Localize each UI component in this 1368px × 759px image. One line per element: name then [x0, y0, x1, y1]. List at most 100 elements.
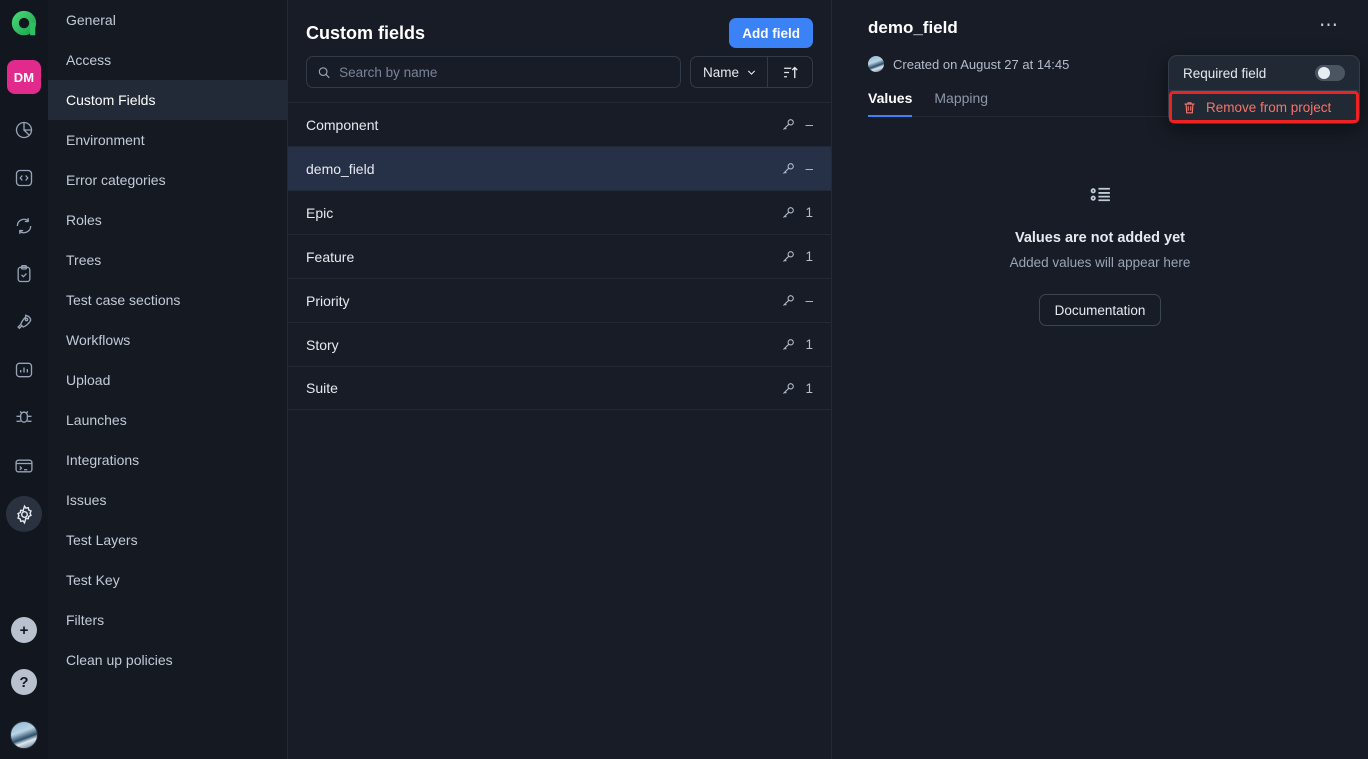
field-name: Story: [306, 337, 781, 353]
allure-logo[interactable]: [8, 8, 40, 40]
sidebar-item-test-layers[interactable]: Test Layers: [48, 520, 287, 560]
sidebar-item-test-case-sections[interactable]: Test case sections: [48, 280, 287, 320]
terminal-icon[interactable]: [6, 448, 42, 484]
gear-icon[interactable]: [6, 496, 42, 532]
nav-label: Test case sections: [66, 292, 180, 308]
field-count: 1: [805, 249, 813, 264]
more-options-icon[interactable]: ⋯: [1315, 18, 1344, 34]
list-header: Custom fields Add field: [288, 0, 831, 52]
sort-ascending-icon: [782, 64, 799, 81]
field-meta: 1: [781, 337, 813, 352]
nav-label: Issues: [66, 492, 106, 508]
rocket-icon[interactable]: [6, 304, 42, 340]
field-detail-panel: demo_field ⋯ Created on August 27 at 14:…: [832, 0, 1368, 759]
toggle-knob: [1318, 67, 1330, 79]
nav-label: Launches: [66, 412, 127, 428]
custom-fields-list-panel: Custom fields Add field Name Component: [288, 0, 832, 759]
documentation-button[interactable]: Documentation: [1039, 294, 1162, 326]
nav-label: Upload: [66, 372, 110, 388]
table-row[interactable]: Feature 1: [288, 234, 831, 278]
table-row[interactable]: Epic 1: [288, 190, 831, 234]
nav-label: Workflows: [66, 332, 130, 348]
search-box[interactable]: [306, 56, 681, 88]
key-icon: [781, 337, 796, 352]
table-row[interactable]: Priority –: [288, 278, 831, 322]
field-meta: –: [781, 117, 813, 132]
code-icon[interactable]: [6, 160, 42, 196]
chevron-down-icon: [746, 67, 757, 78]
settings-nav: General Access Custom Fields Environment…: [48, 0, 288, 759]
field-name: Epic: [306, 205, 781, 221]
dashboard-pie-icon[interactable]: [6, 112, 42, 148]
avatar[interactable]: [10, 721, 38, 749]
icon-rail: DM: [0, 0, 48, 759]
field-meta: 1: [781, 381, 813, 396]
sidebar-item-integrations[interactable]: Integrations: [48, 440, 287, 480]
required-field-toggle[interactable]: [1315, 65, 1345, 81]
sidebar-item-clean-up-policies[interactable]: Clean up policies: [48, 640, 287, 680]
add-button[interactable]: +: [11, 617, 37, 643]
search-icon: [317, 65, 331, 80]
bug-icon[interactable]: [6, 400, 42, 436]
list-items-icon: [1088, 182, 1113, 212]
field-meta: –: [781, 293, 813, 308]
sidebar-item-custom-fields[interactable]: Custom Fields: [48, 80, 287, 120]
sidebar-item-access[interactable]: Access: [48, 40, 287, 80]
bar-chart-icon[interactable]: [6, 352, 42, 388]
nav-label: Access: [66, 52, 111, 68]
sidebar-item-trees[interactable]: Trees: [48, 240, 287, 280]
sidebar-item-roles[interactable]: Roles: [48, 200, 287, 240]
sort-field-select[interactable]: Name: [690, 56, 767, 88]
sidebar-item-general[interactable]: General: [48, 0, 287, 40]
field-count: 1: [805, 205, 813, 220]
search-input[interactable]: [339, 65, 670, 80]
key-icon: [781, 161, 796, 176]
field-count: –: [805, 161, 813, 176]
help-button[interactable]: ?: [11, 669, 37, 695]
trash-icon: [1182, 100, 1197, 115]
field-count: –: [805, 117, 813, 132]
sidebar-item-issues[interactable]: Issues: [48, 480, 287, 520]
nav-label: Roles: [66, 212, 102, 228]
sidebar-item-launches[interactable]: Launches: [48, 400, 287, 440]
nav-label: Custom Fields: [66, 92, 155, 108]
sidebar-item-test-key[interactable]: Test Key: [48, 560, 287, 600]
table-row[interactable]: Suite 1: [288, 366, 831, 410]
nav-label: Error categories: [66, 172, 166, 188]
tab-mapping[interactable]: Mapping: [934, 90, 988, 117]
field-count: 1: [805, 337, 813, 352]
field-count: –: [805, 293, 813, 308]
sidebar-item-environment[interactable]: Environment: [48, 120, 287, 160]
nav-label: Test Layers: [66, 532, 138, 548]
key-icon: [781, 381, 796, 396]
key-icon: [781, 117, 796, 132]
author-avatar: [868, 56, 884, 72]
sidebar-item-upload[interactable]: Upload: [48, 360, 287, 400]
allure-logo-icon: [9, 9, 39, 39]
add-field-button[interactable]: Add field: [729, 18, 813, 48]
table-row[interactable]: Component –: [288, 102, 831, 146]
nav-label: Test Key: [66, 572, 120, 588]
clipboard-check-icon[interactable]: [6, 256, 42, 292]
sort-direction-button[interactable]: [767, 56, 813, 88]
remove-from-project-menu-item[interactable]: Remove from project: [1169, 91, 1359, 123]
sidebar-item-workflows[interactable]: Workflows: [48, 320, 287, 360]
key-icon: [781, 293, 796, 308]
project-badge[interactable]: DM: [7, 60, 41, 94]
table-row[interactable]: Story 1: [288, 322, 831, 366]
sidebar-item-error-categories[interactable]: Error categories: [48, 160, 287, 200]
sort-group: Name: [690, 56, 813, 88]
key-icon: [781, 205, 796, 220]
nav-label: Trees: [66, 252, 101, 268]
rail-bottom-group: + ?: [0, 617, 48, 749]
field-name: Suite: [306, 380, 781, 396]
required-field-menu-item[interactable]: Required field: [1169, 56, 1359, 90]
field-count: 1: [805, 381, 813, 396]
table-row[interactable]: demo_field –: [288, 146, 831, 190]
page-title: Custom fields: [306, 23, 425, 44]
tab-values[interactable]: Values: [868, 90, 912, 117]
nav-label: Integrations: [66, 452, 139, 468]
sidebar-item-filters[interactable]: Filters: [48, 600, 287, 640]
sync-icon[interactable]: [6, 208, 42, 244]
nav-label: Environment: [66, 132, 145, 148]
